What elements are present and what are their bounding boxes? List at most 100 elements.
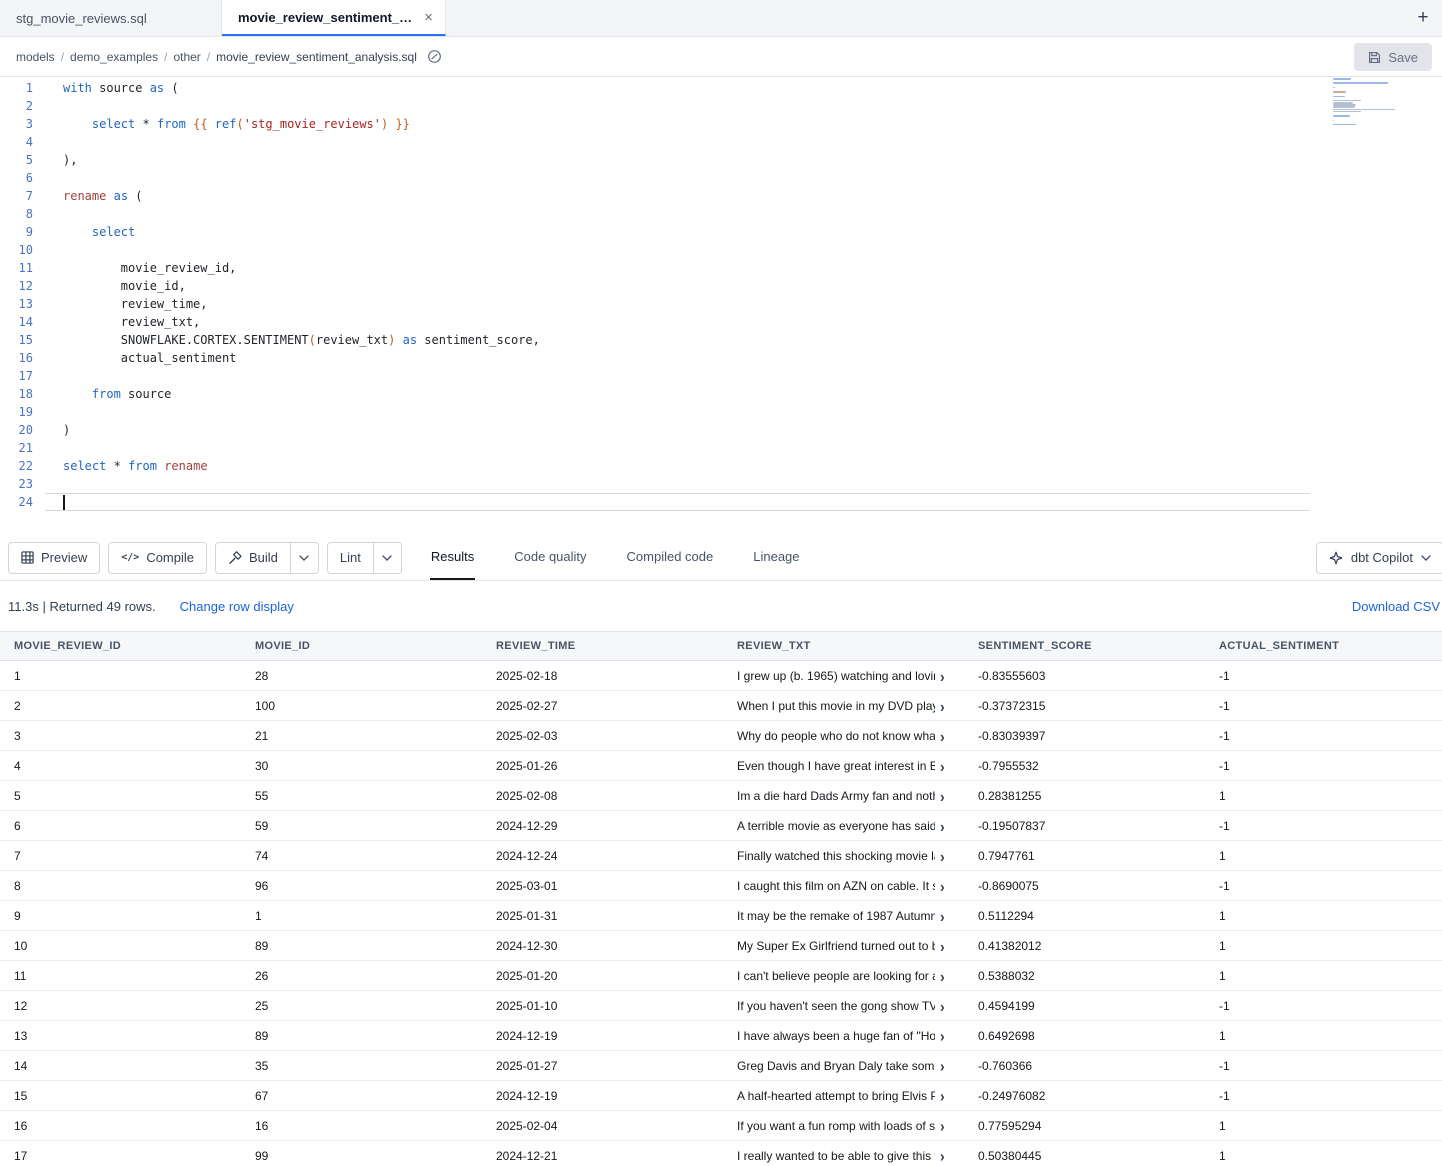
expand-cell-icon[interactable]: › (940, 667, 945, 683)
cell: 2025-02-08 (482, 781, 723, 810)
expand-cell-icon[interactable]: › (940, 907, 945, 923)
code-line[interactable]: select * from rename (45, 457, 1310, 475)
line-number: 4 (0, 133, 45, 151)
column-header-movie_id[interactable]: MOVIE_ID (241, 632, 482, 660)
expand-cell-icon[interactable]: › (940, 787, 945, 803)
code-line[interactable]: review_txt, (45, 313, 1310, 331)
cell: 0.4594199 (964, 991, 1205, 1020)
tab-movie-review-sentiment[interactable]: movie_review_sentiment_… × (222, 0, 446, 36)
query-status-bar: 11.3s | Returned 49 rows. Change row dis… (0, 581, 1442, 631)
column-header-movie_review_id[interactable]: MOVIE_REVIEW_ID (0, 632, 241, 660)
save-button[interactable]: Save (1354, 43, 1432, 71)
code-line[interactable]: review_time, (45, 295, 1310, 313)
code-line[interactable] (45, 439, 1310, 457)
change-row-display-link[interactable]: Change row display (180, 599, 294, 614)
cell: 2025-01-20 (482, 961, 723, 990)
code-line[interactable]: select (45, 223, 1310, 241)
code-line[interactable] (45, 205, 1310, 223)
code-line[interactable]: rename as ( (45, 187, 1310, 205)
cell: 14 (0, 1051, 241, 1080)
code-line[interactable] (45, 475, 1310, 493)
cell: 1 (1205, 961, 1442, 990)
table-row: 14352025-01-27Greg Davis and Bryan Daly … (0, 1051, 1442, 1081)
code-line[interactable] (45, 241, 1310, 259)
minimap[interactable] (1333, 78, 1397, 131)
lint-dropdown-button[interactable] (374, 542, 402, 574)
expand-cell-icon[interactable]: › (940, 1057, 945, 1073)
expand-cell-icon[interactable]: › (940, 1087, 945, 1103)
new-tab-button[interactable]: + (1404, 0, 1442, 36)
tab-stg-movie-reviews[interactable]: stg_movie_reviews.sql (0, 0, 222, 36)
column-header-review_time[interactable]: REVIEW_TIME (482, 632, 723, 660)
expand-cell-icon[interactable]: › (940, 1117, 945, 1133)
code-line[interactable] (45, 169, 1310, 187)
breadcrumb-demo-examples[interactable]: demo_examples (70, 50, 158, 64)
build-dropdown-button[interactable] (291, 542, 319, 574)
expand-cell-icon[interactable]: › (940, 697, 945, 713)
code-line[interactable]: actual_sentiment (45, 349, 1310, 367)
expand-cell-icon[interactable]: › (940, 727, 945, 743)
expand-cell-icon[interactable]: › (940, 1147, 945, 1163)
code-line[interactable]: SNOWFLAKE.CORTEX.SENTIMENT(review_txt) a… (45, 331, 1310, 349)
code-line[interactable]: ) (45, 421, 1310, 439)
review-txt-cell: Why do people who do not know what…› (723, 721, 964, 750)
tab-results[interactable]: Results (430, 535, 475, 580)
code-line[interactable]: ), (45, 151, 1310, 169)
lint-button[interactable]: Lint (327, 542, 374, 574)
column-header-sentiment_score[interactable]: SENTIMENT_SCORE (964, 632, 1205, 660)
cell: 3 (0, 721, 241, 750)
code-line[interactable] (45, 133, 1310, 151)
code-line[interactable]: with source as ( (45, 79, 1310, 97)
table-row: 17992024-12-21I really wanted to be able… (0, 1141, 1442, 1166)
code-line[interactable]: movie_review_id, (45, 259, 1310, 277)
expand-cell-icon[interactable]: › (940, 1027, 945, 1043)
expand-cell-icon[interactable]: › (940, 817, 945, 833)
cell: 0.5112294 (964, 901, 1205, 930)
expand-cell-icon[interactable]: › (940, 967, 945, 983)
code-line[interactable]: movie_id, (45, 277, 1310, 295)
cell: 17 (0, 1141, 241, 1166)
editor-code[interactable]: with source as ( select * from {{ ref('s… (45, 77, 1310, 535)
review-txt-cell: Finally watched this shocking movie la…› (723, 841, 964, 870)
expand-cell-icon[interactable]: › (940, 937, 945, 953)
expand-cell-icon[interactable]: › (940, 877, 945, 893)
cell: -0.19507837 (964, 811, 1205, 840)
sql-editor[interactable]: 123456789101112131415161718192021222324 … (0, 77, 1442, 535)
build-button[interactable]: Build (215, 542, 291, 574)
compile-button[interactable]: </> Compile (108, 542, 207, 574)
query-summary: 11.3s | Returned 49 rows. (8, 599, 156, 614)
tab-lineage[interactable]: Lineage (752, 535, 800, 580)
build-hammer-icon (228, 551, 242, 565)
cell: 8 (0, 871, 241, 900)
preview-button[interactable]: Preview (8, 542, 100, 574)
column-header-review_txt[interactable]: REVIEW_TXT (723, 632, 964, 660)
cell: 5 (0, 781, 241, 810)
review-txt-cell: I grew up (b. 1965) watching and lovin…› (723, 661, 964, 690)
code-line[interactable]: from source (45, 385, 1310, 403)
breadcrumb-separator: / (207, 50, 210, 64)
code-line[interactable] (45, 97, 1310, 115)
breadcrumb-models[interactable]: models (16, 50, 55, 64)
code-line[interactable] (45, 493, 1310, 511)
line-number: 21 (0, 439, 45, 457)
close-icon[interactable]: × (424, 9, 433, 26)
expand-cell-icon[interactable]: › (940, 757, 945, 773)
dbt-copilot-button[interactable]: dbt Copilot (1316, 542, 1442, 574)
code-line[interactable] (45, 367, 1310, 385)
code-line[interactable]: select * from {{ ref('stg_movie_reviews'… (45, 115, 1310, 133)
code-line[interactable] (45, 403, 1310, 421)
tab-code-quality[interactable]: Code quality (513, 535, 587, 580)
text-cursor (63, 495, 65, 510)
line-number: 1 (0, 79, 45, 97)
line-number: 11 (0, 259, 45, 277)
tab-compiled-code[interactable]: Compiled code (626, 535, 715, 580)
column-header-actual_sentiment[interactable]: ACTUAL_SENTIMENT (1205, 632, 1442, 660)
cell: 89 (241, 1021, 482, 1050)
download-csv-link[interactable]: Download CSV (1352, 599, 1440, 614)
review-txt-cell: Im a die hard Dads Army fan and nothi…› (723, 781, 964, 810)
breadcrumb-other[interactable]: other (173, 50, 200, 64)
editor-gutter: 123456789101112131415161718192021222324 (0, 77, 45, 535)
cell-text: It may be the remake of 1987 Autumn'… (737, 909, 935, 923)
expand-cell-icon[interactable]: › (940, 847, 945, 863)
expand-cell-icon[interactable]: › (940, 997, 945, 1013)
